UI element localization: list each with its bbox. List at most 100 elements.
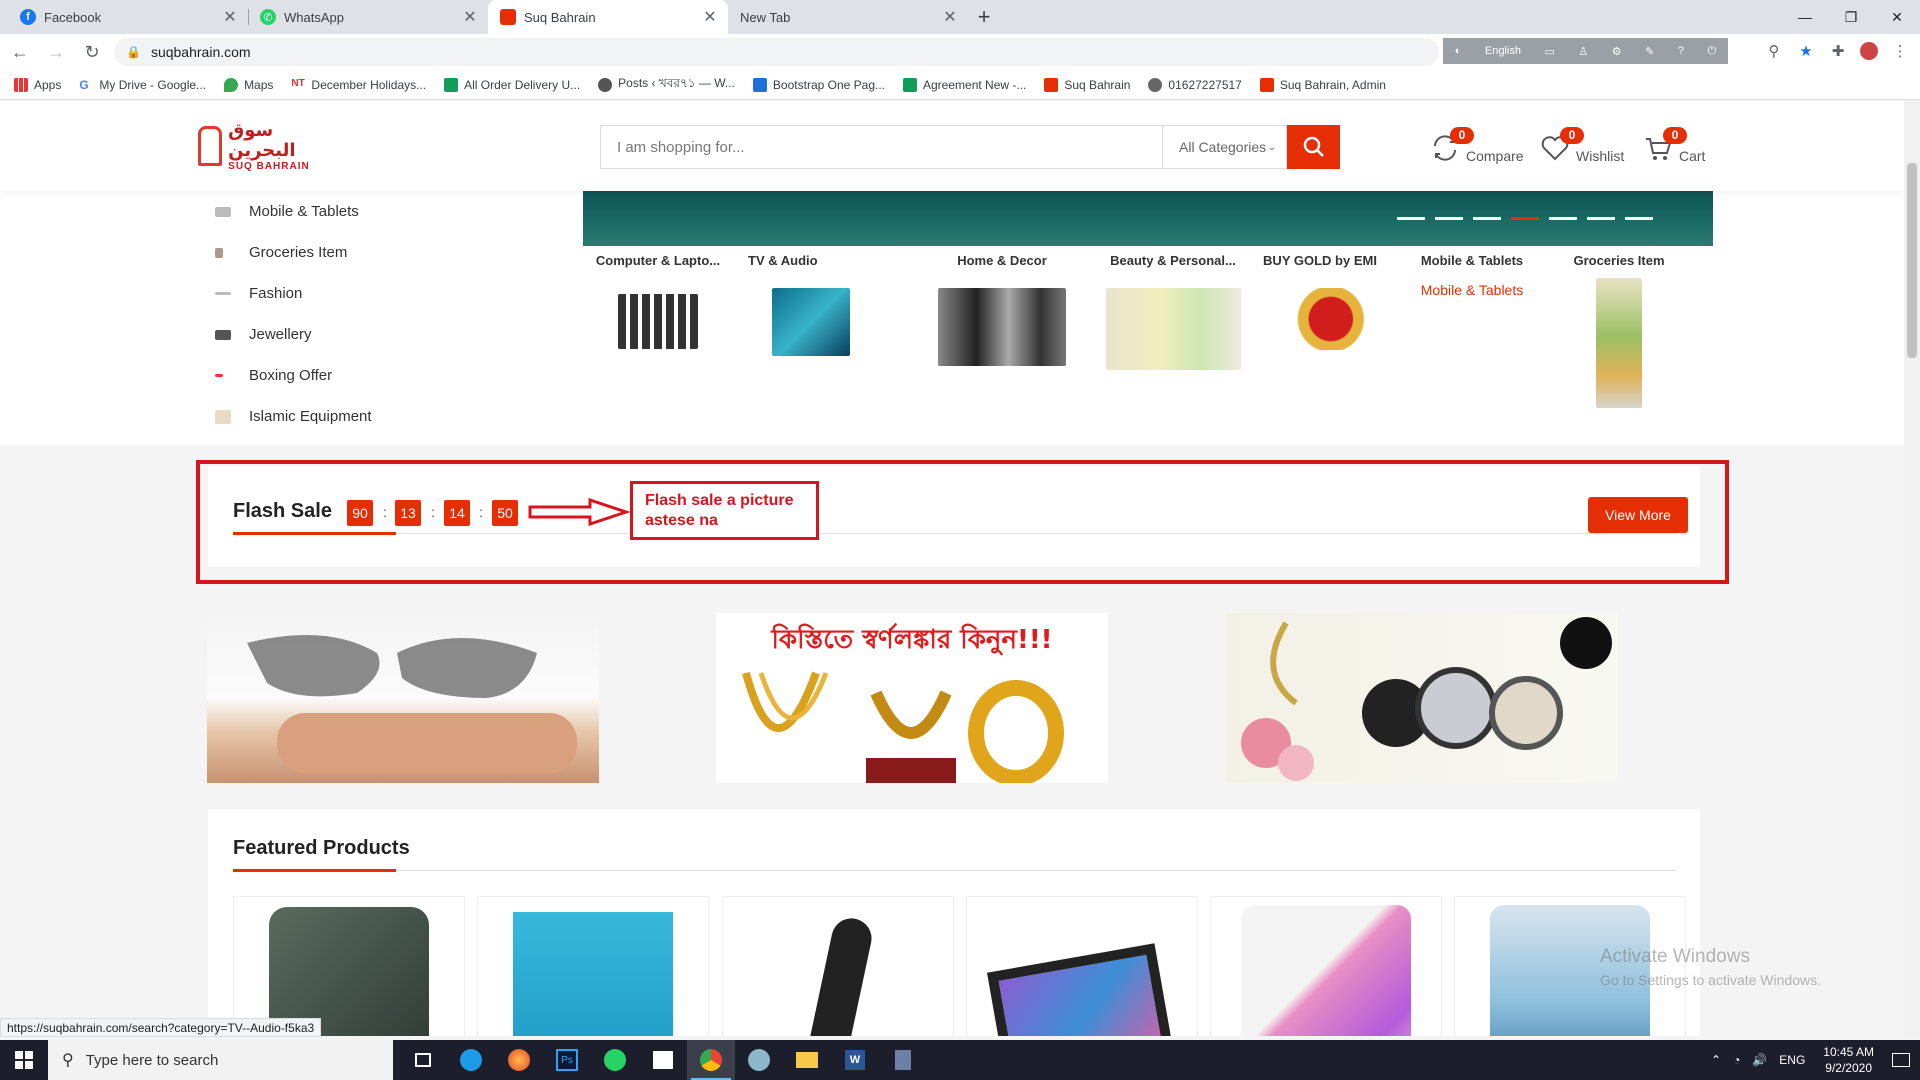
compare-button[interactable]: 0 Compare (1430, 127, 1524, 171)
bookmark-item[interactable]: G My Drive - Google... (79, 78, 206, 92)
wordpress-icon (1148, 77, 1163, 92)
taskbar-store[interactable] (639, 1040, 687, 1080)
close-icon[interactable]: ✕ (702, 7, 718, 27)
volume-icon[interactable]: 🔊 (1752, 1053, 1767, 1067)
sidebar-item-islamic-equipment[interactable]: Islamic Equipment (215, 396, 565, 437)
wifi-icon[interactable]: ◔ (1733, 1053, 1740, 1067)
sidebar-item-fashion[interactable]: Fashion (215, 273, 565, 314)
language-indicator[interactable]: ENG (1779, 1053, 1805, 1067)
search-button[interactable] (1287, 125, 1340, 169)
slider-dot[interactable] (1435, 217, 1463, 220)
promo-banner-gold[interactable]: কিস্তিতে স্বর্ণলঙ্কার কিনুন!!! (716, 613, 1108, 783)
task-view-button[interactable] (399, 1040, 447, 1080)
tab-new-tab[interactable]: New Tab ✕ (728, 0, 968, 34)
promo-banner-sunglasses[interactable] (207, 613, 599, 783)
tab-whatsapp[interactable]: ✆ WhatsApp ✕ (248, 0, 488, 34)
taskbar-edge[interactable] (447, 1040, 495, 1080)
bookmark-item[interactable]: All Order Delivery U... (444, 77, 580, 92)
bookmark-star-icon[interactable]: ★ (1796, 42, 1816, 60)
close-icon[interactable]: ✕ (462, 7, 478, 27)
promo-banner-watches[interactable] (1226, 613, 1618, 783)
menu-kebab-icon[interactable]: ⋮ (1890, 42, 1910, 60)
bookmark-item[interactable]: Maps (224, 77, 273, 92)
cart-button[interactable]: 0 Cart (1643, 127, 1705, 171)
featured-category-home-decor[interactable]: Home & Decor (927, 253, 1077, 366)
page-scrollbar[interactable] (1904, 101, 1920, 1036)
restore-button[interactable]: ❐ (1828, 0, 1874, 34)
product-card[interactable] (1210, 896, 1442, 1036)
product-card[interactable] (966, 896, 1198, 1036)
slider-dot[interactable] (1549, 217, 1577, 220)
language-label[interactable]: English (1485, 45, 1521, 57)
product-card[interactable] (477, 896, 709, 1036)
settings-icon[interactable]: ⚙ (1612, 45, 1622, 58)
address-bar[interactable]: 🔒 suqbahrain.com (114, 38, 1439, 66)
featured-category-gold-emi[interactable]: BUY GOLD by EMI (1245, 253, 1395, 350)
forward-button[interactable]: → (40, 36, 72, 68)
minimize-button[interactable]: — (1782, 0, 1828, 34)
bookmark-item[interactable]: Suq Bahrain (1044, 77, 1130, 92)
category-icon (215, 247, 223, 258)
reload-button[interactable]: ↻ (76, 36, 108, 68)
featured-category-tv-audio[interactable]: TV & Audio (736, 253, 886, 356)
product-card[interactable] (233, 896, 465, 1036)
tab-suq-bahrain[interactable]: Suq Bahrain ✕ (488, 0, 728, 34)
edit-icon[interactable]: ✎ (1645, 45, 1654, 58)
help-icon[interactable]: ? (1678, 45, 1684, 57)
hero-slider[interactable] (583, 191, 1713, 246)
chevron-up-icon[interactable]: ⌃ (1711, 1053, 1721, 1067)
notifications-icon[interactable] (1892, 1053, 1910, 1067)
bookmark-item[interactable]: NT December Holidays... (291, 78, 426, 92)
bookmark-item[interactable]: Agreement New -... (903, 77, 1027, 92)
bookmark-item[interactable]: Suq Bahrain, Admin (1259, 77, 1386, 92)
scrollbar-thumb[interactable] (1907, 163, 1917, 358)
profile-avatar[interactable] (1860, 42, 1878, 60)
taskbar-whatsapp[interactable] (591, 1040, 639, 1080)
slider-dot[interactable] (1587, 217, 1615, 220)
featured-category-beauty[interactable]: Beauty & Personal... (1098, 253, 1248, 370)
window-close-button[interactable]: ✕ (1874, 0, 1920, 34)
bookmark-item[interactable]: Bootstrap One Pag... (752, 77, 885, 92)
sidebar-item-jewellery[interactable]: Jewellery (215, 314, 565, 355)
close-icon[interactable]: ✕ (222, 7, 238, 27)
bookmark-apps[interactable]: Apps (14, 77, 61, 92)
search-input[interactable] (600, 125, 1162, 169)
bookmark-label: Agreement New -... (923, 77, 1027, 92)
start-button[interactable] (0, 1040, 48, 1080)
featured-category-groceries[interactable]: Groceries Item (1544, 253, 1694, 408)
taskbar-app[interactable] (735, 1040, 783, 1080)
extension-icon[interactable]: ◐ (1455, 45, 1462, 57)
site-logo[interactable]: سوق البحرين SUQ BAHRAIN (198, 120, 318, 172)
close-icon[interactable]: ✕ (942, 7, 958, 27)
extensions-puzzle-icon[interactable]: ✚ (1828, 42, 1848, 60)
featured-category-computers[interactable]: Computer & Lapto... (583, 253, 733, 349)
product-card[interactable] (722, 896, 954, 1036)
new-tab-button[interactable]: + (968, 0, 1000, 34)
taskbar-word[interactable]: W (831, 1040, 879, 1080)
taskbar-photoshop[interactable]: Ps (543, 1040, 591, 1080)
clock[interactable]: 10:45 AM 9/2/2020 (1823, 1044, 1874, 1076)
category-select[interactable]: All Categories ⌄ (1162, 125, 1287, 169)
bookmark-item[interactable]: Posts ‹ খবর৭১ — W... (598, 75, 735, 95)
slider-dot[interactable] (1397, 217, 1425, 220)
bookmark-item[interactable]: 01627227517 (1148, 77, 1242, 92)
featured-category-mobile-tablets[interactable]: Mobile & Tablets Mobile & Tablets (1397, 253, 1547, 298)
slider-dot[interactable] (1625, 217, 1653, 220)
sidebar-item-boxing-offer[interactable]: Boxing Offer (215, 355, 565, 396)
wishlist-button[interactable]: 0 Wishlist (1540, 127, 1624, 171)
zoom-icon[interactable]: ⚲ (1764, 42, 1784, 60)
sidebar-item-mobile-tablets[interactable]: Mobile & Tablets (215, 191, 565, 232)
extension-icon[interactable]: ▭ (1544, 45, 1554, 58)
slider-dot-active[interactable] (1511, 217, 1539, 220)
tab-facebook[interactable]: f Facebook ✕ (8, 0, 248, 34)
taskbar-calculator[interactable] (879, 1040, 927, 1080)
extension-icon[interactable]: ♙ (1578, 45, 1588, 58)
taskbar-firefox[interactable] (495, 1040, 543, 1080)
sidebar-item-groceries[interactable]: Groceries Item (215, 232, 565, 273)
taskbar-chrome[interactable] (687, 1040, 735, 1080)
taskbar-search[interactable]: ⚲ Type here to search (48, 1040, 393, 1080)
taskbar-file-explorer[interactable] (783, 1040, 831, 1080)
back-button[interactable]: ← (4, 36, 36, 68)
slider-dot[interactable] (1473, 217, 1501, 220)
power-icon[interactable]: ⏻ (1707, 45, 1716, 58)
